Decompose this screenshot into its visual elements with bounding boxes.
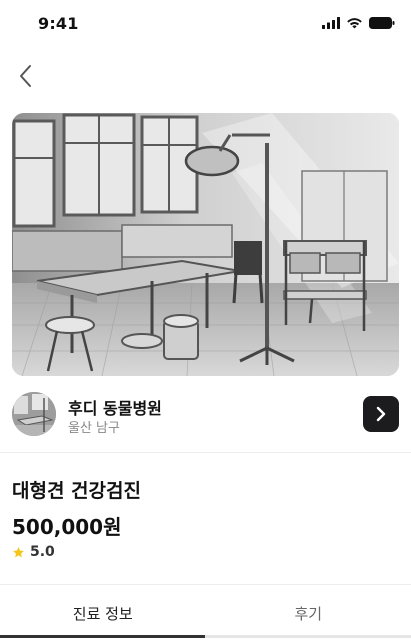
tab-bar: 진료 정보 후기 — [0, 584, 411, 642]
tab-label: 진료 정보 — [72, 605, 133, 623]
operating-room-illustration — [12, 113, 399, 376]
rating-value: 5.0 — [30, 544, 55, 560]
star-icon — [13, 546, 24, 557]
wifi-icon — [347, 18, 362, 29]
hospital-detail-button[interactable] — [363, 396, 399, 432]
back-button[interactable] — [10, 60, 42, 92]
tab-track — [205, 635, 411, 638]
divider — [0, 452, 411, 453]
tab-label: 후기 — [294, 605, 323, 623]
hospital-location: 울산 남구 — [68, 421, 120, 436]
rating: 5.0 — [12, 544, 55, 560]
chevron-left-icon — [20, 65, 31, 87]
hospital-row[interactable]: 후디 동물병원 울산 남구 — [12, 392, 399, 436]
hospital-name: 후디 동물병원 — [68, 399, 162, 418]
battery-icon — [369, 17, 395, 29]
tab-treatment-info[interactable]: 진료 정보 — [0, 585, 206, 642]
status-time: 9:41 — [38, 14, 79, 33]
tab-reviews[interactable]: 후기 — [206, 585, 411, 642]
tab-active-indicator — [0, 635, 205, 638]
status-icons — [322, 17, 395, 29]
chevron-right-icon — [376, 406, 386, 422]
product-title: 대형견 건강검진 — [12, 480, 141, 502]
signal-icon — [322, 17, 340, 29]
hospital-avatar — [12, 392, 56, 436]
status-bar: 9:41 — [0, 0, 411, 50]
product-price: 500,000원 — [12, 515, 122, 539]
hero-image — [12, 113, 399, 376]
